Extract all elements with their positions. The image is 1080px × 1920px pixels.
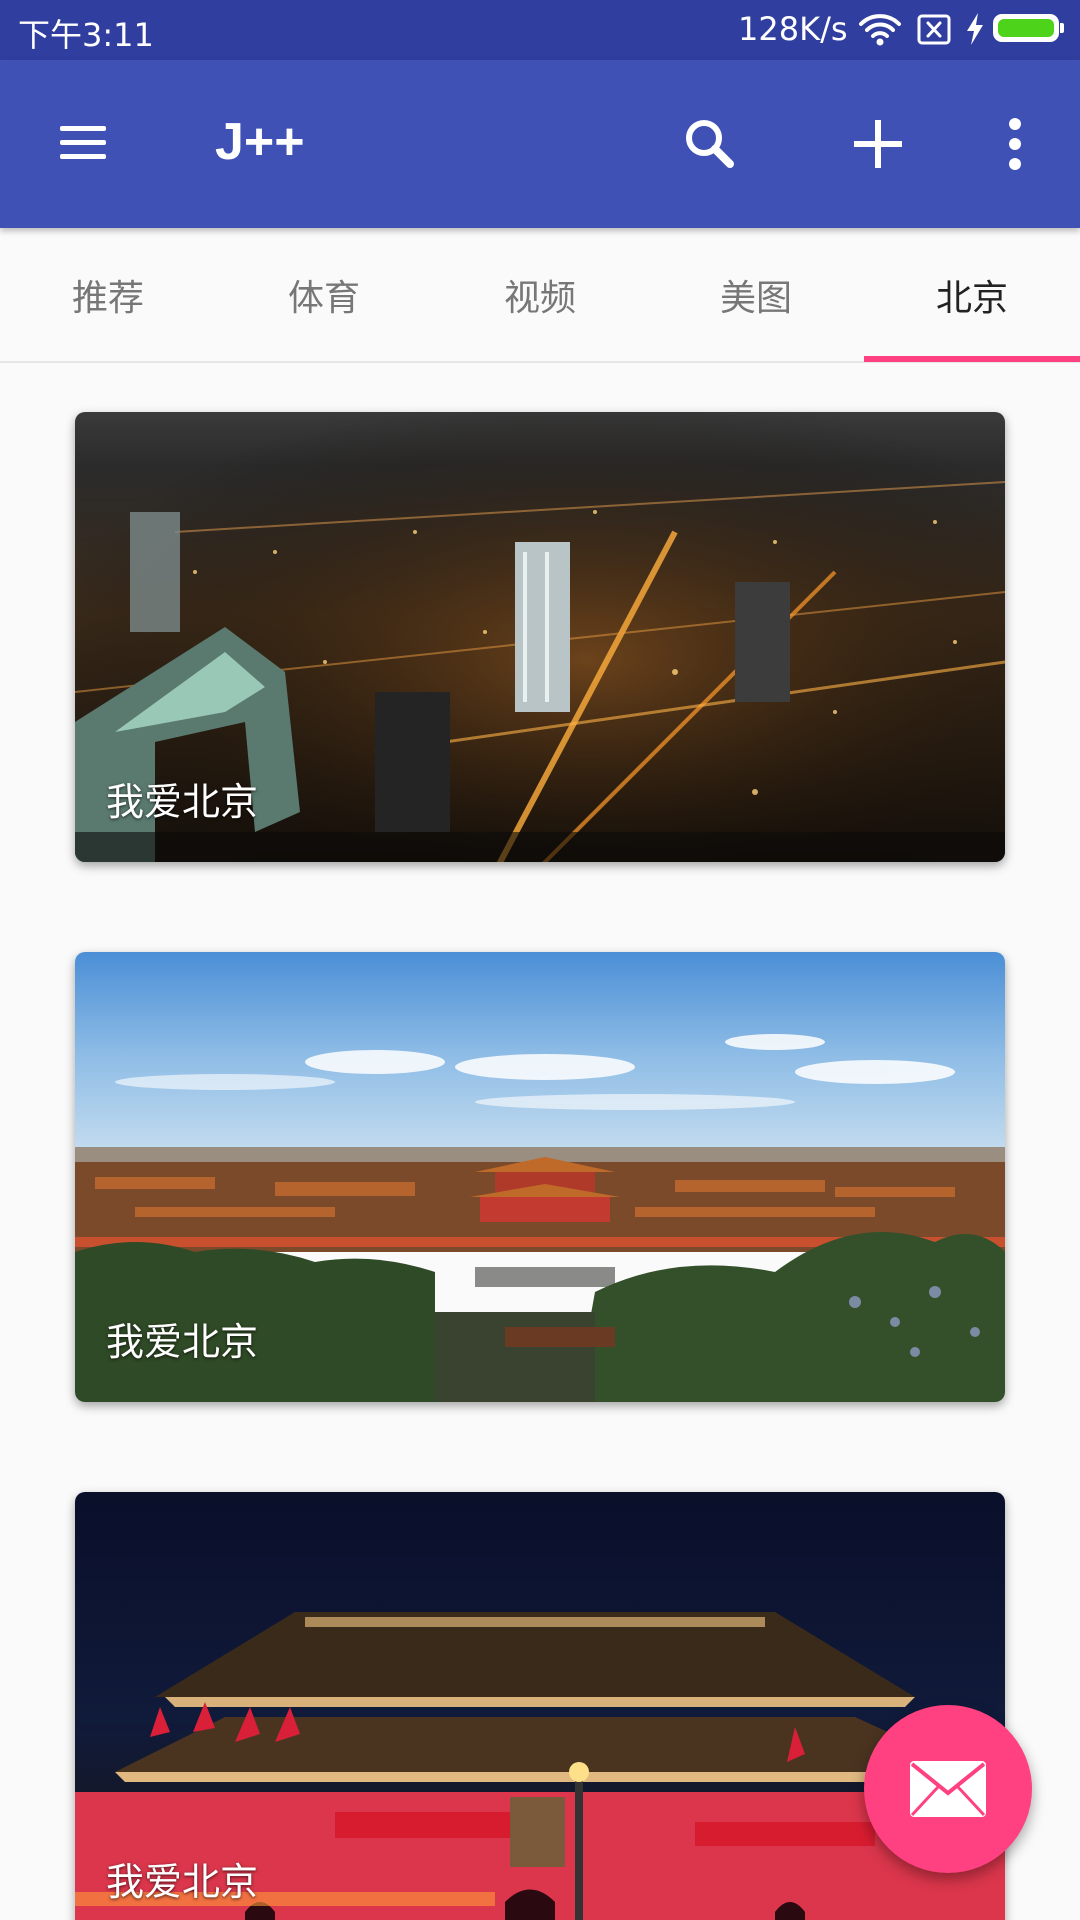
app-toolbar: J++: [0, 60, 1080, 228]
mail-icon: [910, 1761, 986, 1817]
card-caption: 我爱北京: [106, 780, 259, 824]
tab-beijing[interactable]: 北京: [864, 228, 1080, 361]
compose-mail-fab[interactable]: [864, 1705, 1032, 1873]
app-screen: 下午3:11 128K/s J++ 推荐 体育 视频 美图 北京 我爱北京 我爱…: [0, 0, 1080, 1920]
more-vert-icon[interactable]: [1000, 114, 1030, 174]
network-speed: 128K/s: [738, 10, 848, 48]
tab-bar: 推荐 体育 视频 美图 北京: [0, 228, 1080, 363]
news-card[interactable]: 我爱北京: [75, 412, 1005, 862]
charging-bolt-icon: [967, 13, 983, 45]
card-caption: 我爱北京: [106, 1860, 259, 1904]
app-title: J++: [215, 113, 305, 171]
tab-sports[interactable]: 体育: [216, 228, 432, 361]
sim-x-icon: [917, 14, 951, 45]
tab-indicator: [864, 356, 1080, 362]
news-card[interactable]: 我爱北京: [75, 952, 1005, 1402]
news-card[interactable]: 我爱北京: [75, 1492, 1005, 1920]
menu-icon[interactable]: [56, 118, 110, 168]
tab-recommend[interactable]: 推荐: [0, 228, 216, 361]
battery-icon: [993, 14, 1064, 42]
battery-cap: [1060, 23, 1064, 33]
add-icon[interactable]: [848, 114, 908, 174]
tab-video[interactable]: 视频: [432, 228, 648, 361]
status-time: 下午3:11: [18, 16, 154, 54]
status-bar: 下午3:11 128K/s: [0, 0, 1080, 60]
search-icon[interactable]: [680, 114, 740, 174]
tab-pictures[interactable]: 美图: [648, 228, 864, 361]
wifi-icon: [859, 14, 901, 46]
battery-level: [998, 19, 1054, 37]
card-caption: 我爱北京: [106, 1320, 259, 1364]
